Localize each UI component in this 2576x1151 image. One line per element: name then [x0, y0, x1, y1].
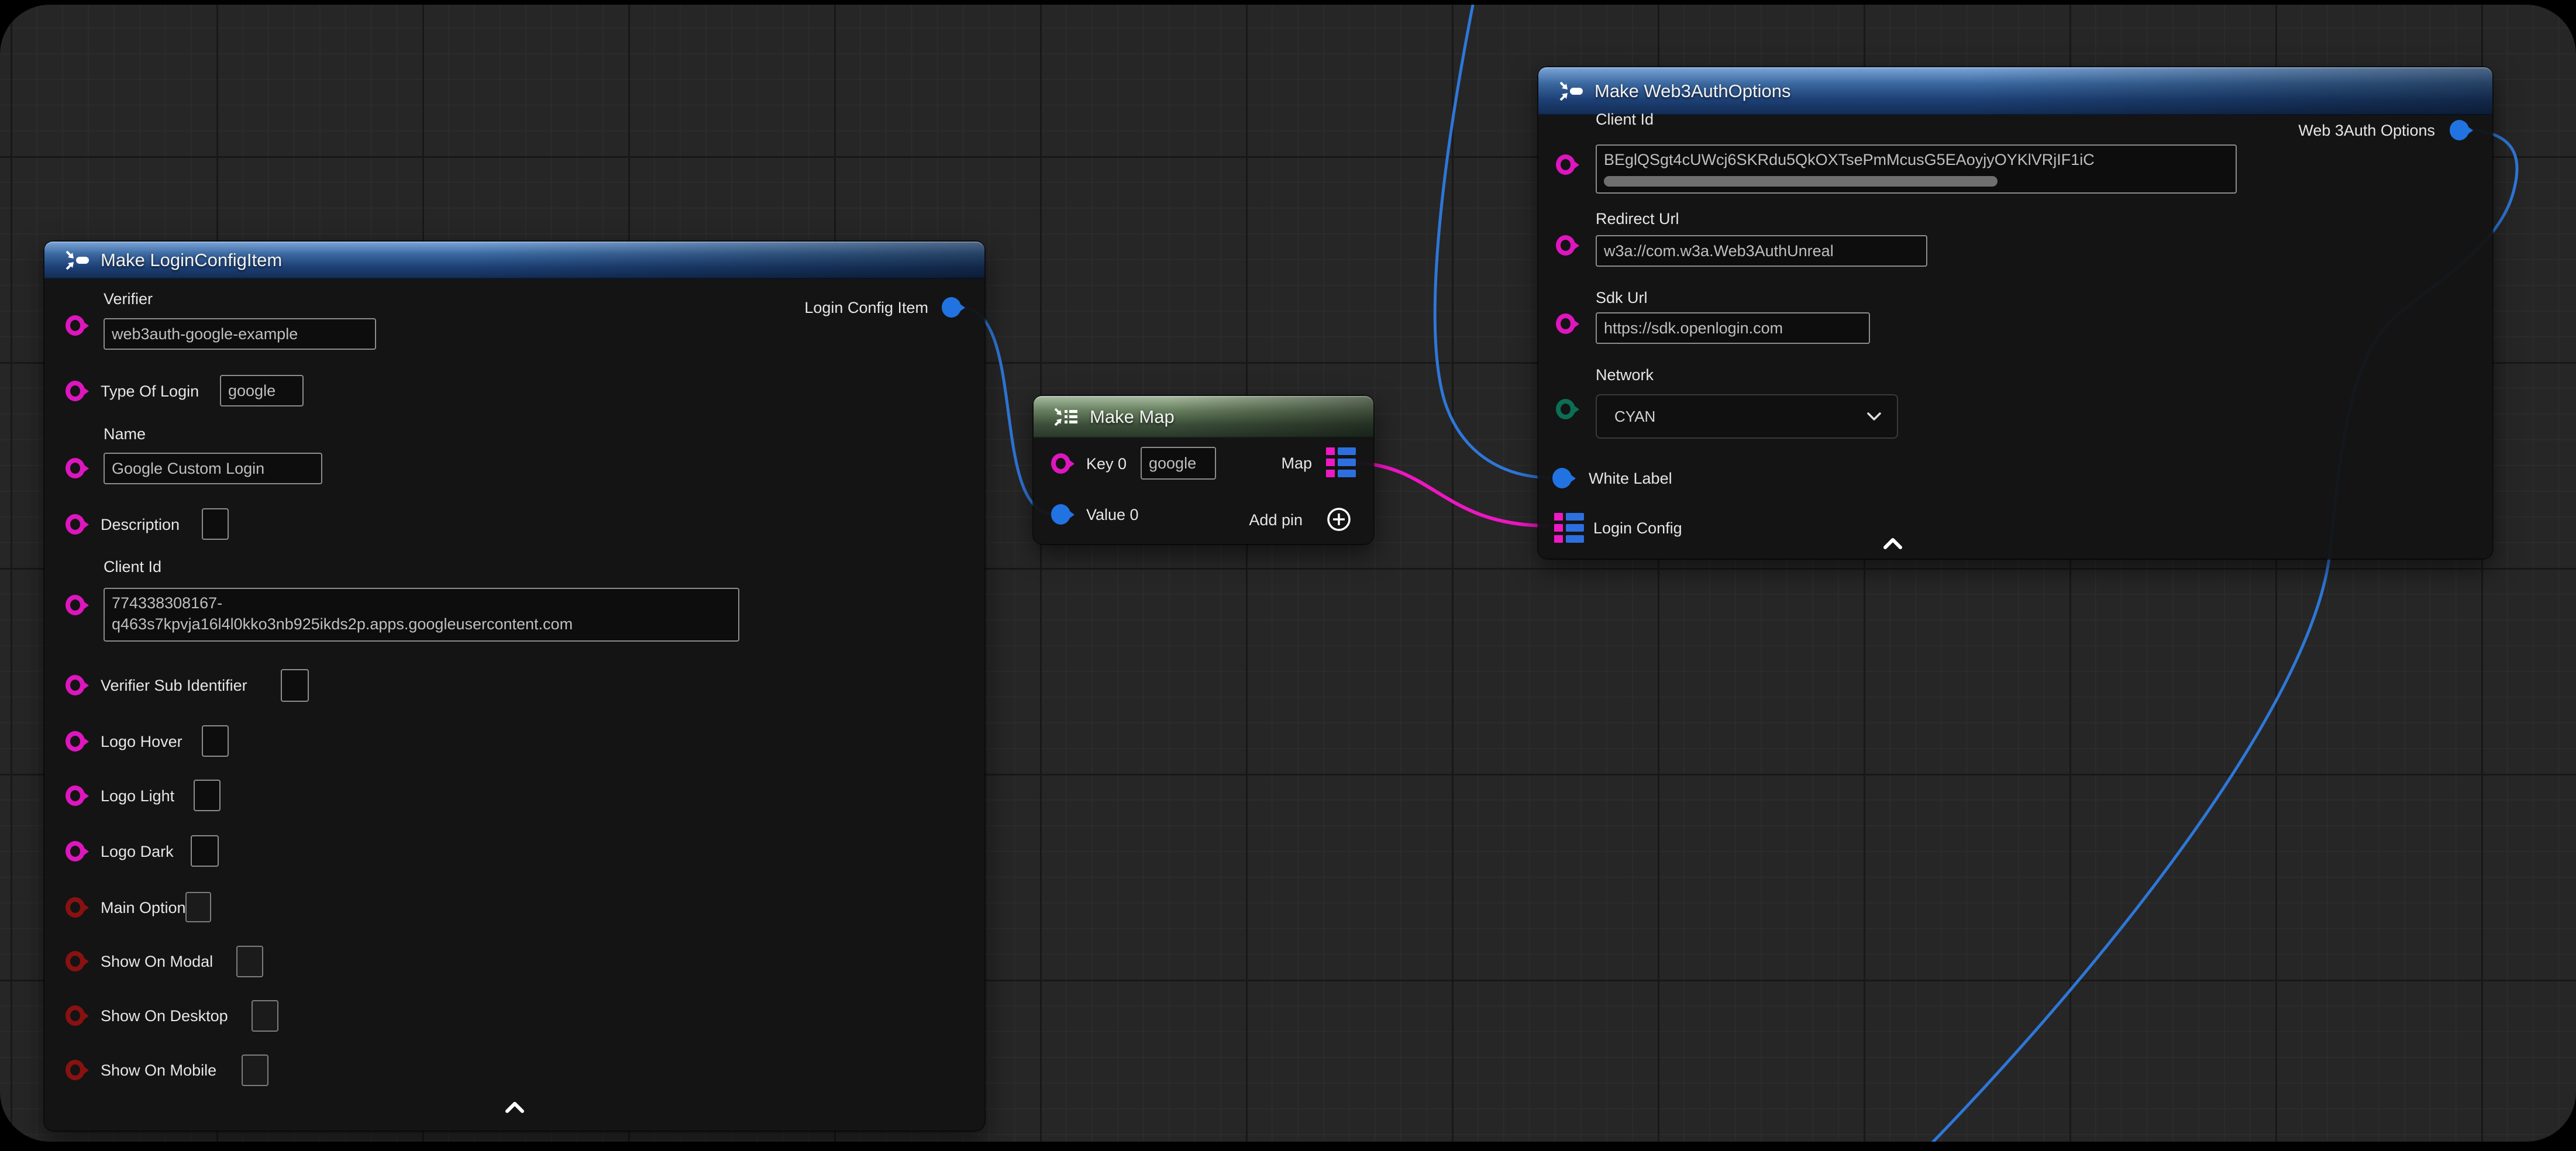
pin-label-logo-light: Logo Light	[101, 788, 174, 804]
pin-label-network: Network	[1596, 367, 1654, 383]
logo-dark-input[interactable]	[191, 835, 219, 867]
pin-label-show-on-desktop: Show On Desktop	[101, 1008, 228, 1024]
pin-label-key-0: Key 0	[1086, 456, 1127, 472]
wire-map-to-loginconfig[interactable]	[1355, 463, 1549, 526]
chevron-up-icon	[504, 1100, 525, 1114]
show-on-desktop-checkbox[interactable]	[252, 1000, 278, 1032]
pin-white-label[interactable]	[1552, 468, 1572, 488]
pin-label-show-on-modal: Show On Modal	[101, 953, 213, 970]
node-make-map[interactable]: Make Map Key 0 google Map Value 0 Add pi…	[1034, 396, 1373, 544]
network-selected-value: CYAN	[1614, 408, 1655, 426]
output-label-map: Map	[1281, 455, 1312, 471]
verifier-sub-identifier-input[interactable]	[281, 669, 309, 702]
pin-label-logo-dark: Logo Dark	[101, 843, 174, 860]
node-title: Make LoginConfigItem	[101, 250, 282, 271]
pin-description[interactable]	[66, 514, 85, 535]
pin-sdk-url[interactable]	[1556, 313, 1575, 334]
client-id-line1: 774338308167-	[112, 592, 731, 614]
pin-label-client-id: Client Id	[1596, 111, 1654, 127]
collapse-node-button[interactable]	[504, 1100, 525, 1114]
pin-type-of-login[interactable]	[66, 381, 85, 401]
hscrollbar[interactable]	[1604, 176, 1998, 187]
key-0-input[interactable]: google	[1141, 447, 1216, 480]
logo-hover-input[interactable]	[202, 725, 229, 757]
pin-logo-hover[interactable]	[66, 731, 85, 752]
pin-label-value-0: Value 0	[1086, 506, 1139, 523]
output-label: Login Config Item	[804, 299, 928, 316]
node-header[interactable]: Make LoginConfigItem	[44, 242, 984, 279]
pin-name[interactable]	[66, 458, 85, 478]
output-pin-web3auth-options[interactable]	[2450, 120, 2469, 140]
pin-show-on-modal[interactable]	[66, 951, 85, 971]
chevron-down-icon	[1866, 412, 1882, 421]
chevron-up-icon	[1882, 536, 1903, 550]
node-make-web3authoptions[interactable]: Make Web3AuthOptions Web 3Auth Options C…	[1538, 67, 2492, 559]
graph-canvas[interactable]: Make LoginConfigItem Login Config Item V…	[0, 5, 2576, 1142]
pin-network[interactable]	[1556, 399, 1575, 419]
pin-show-on-desktop[interactable]	[66, 1005, 85, 1026]
pin-verifier-sub-identifier[interactable]	[66, 675, 85, 695]
node-title: Make Map	[1090, 406, 1175, 428]
pin-value-0[interactable]	[1051, 504, 1070, 525]
verifier-input[interactable]: web3auth-google-example	[104, 318, 376, 350]
collapse-node-button[interactable]	[1882, 536, 1903, 550]
show-on-mobile-checkbox[interactable]	[242, 1054, 268, 1086]
pin-label-sdk-url: Sdk Url	[1596, 290, 1648, 306]
node-header[interactable]: Make Map	[1034, 396, 1373, 438]
node-header[interactable]: Make Web3AuthOptions	[1538, 67, 2492, 115]
redirect-url-input[interactable]: w3a://com.w3a.Web3AuthUnreal	[1596, 235, 1927, 267]
blueprint-graph-panel[interactable]: Make LoginConfigItem Login Config Item V…	[0, 5, 2576, 1142]
make-struct-icon	[63, 248, 90, 273]
client-id-input[interactable]: BEglQSgt4cUWcj6SKRdu5QkOXTsePmMcusG5EAoy…	[1596, 144, 2237, 194]
name-input[interactable]: Google Custom Login	[104, 453, 322, 484]
output-pin-login-config-item[interactable]	[942, 297, 961, 318]
pin-verifier[interactable]	[66, 315, 85, 336]
map-pin-icon[interactable]	[1554, 512, 1584, 543]
pin-label-redirect-url: Redirect Url	[1596, 211, 1679, 227]
pin-logo-light[interactable]	[66, 785, 85, 806]
pin-logo-dark[interactable]	[66, 841, 85, 861]
pin-label-verifier: Verifier	[104, 291, 153, 307]
client-id-input[interactable]: 774338308167- q463s7kpvja16l4l0kko3nb925…	[104, 588, 739, 642]
pin-label-description: Description	[101, 516, 180, 533]
make-struct-icon	[1557, 79, 1584, 104]
pin-key-0[interactable]	[1051, 453, 1070, 474]
pin-label-logo-hover: Logo Hover	[101, 733, 182, 750]
add-pin-icon[interactable]	[1325, 506, 1352, 533]
node-make-loginconfigitem[interactable]: Make LoginConfigItem Login Config Item V…	[44, 242, 984, 1131]
pin-label-show-on-mobile: Show On Mobile	[101, 1062, 216, 1078]
pin-label-client-id: Client Id	[104, 559, 161, 575]
map-pin-icon[interactable]	[1326, 447, 1356, 478]
pin-label-verifier-sub-identifier: Verifier Sub Identifier	[101, 677, 247, 694]
pin-label-main-option: Main Option	[101, 900, 186, 916]
add-pin-label: Add pin	[1249, 512, 1303, 528]
pin-show-on-mobile[interactable]	[66, 1060, 85, 1080]
network-dropdown[interactable]: CYAN	[1596, 394, 1898, 439]
client-id-line2: q463s7kpvja16l4l0kko3nb925ikds2p.apps.go…	[112, 614, 731, 635]
pin-label-type-of-login: Type Of Login	[101, 383, 199, 399]
pin-client-id[interactable]	[1556, 154, 1575, 175]
pin-client-id[interactable]	[66, 595, 85, 615]
make-container-icon	[1052, 405, 1079, 429]
show-on-modal-checkbox[interactable]	[236, 946, 263, 977]
pin-main-option[interactable]	[66, 897, 85, 918]
main-option-checkbox[interactable]	[185, 892, 211, 922]
pin-label-white-label: White Label	[1589, 470, 1672, 487]
wire-top-to-whitelabel[interactable]	[1435, 5, 1551, 478]
sdk-url-input[interactable]: https://sdk.openlogin.com	[1596, 312, 1870, 344]
output-label: Web 3Auth Options	[2298, 122, 2435, 139]
type-of-login-input[interactable]: google	[220, 375, 304, 406]
pin-label-name: Name	[104, 426, 146, 442]
client-id-value: BEglQSgt4cUWcj6SKRdu5QkOXTsePmMcusG5EAoy…	[1604, 149, 2229, 170]
pin-redirect-url[interactable]	[1556, 235, 1575, 256]
pin-label-login-config: Login Config	[1593, 520, 1682, 536]
node-title: Make Web3AuthOptions	[1594, 81, 1790, 102]
logo-light-input[interactable]	[194, 780, 221, 811]
description-input[interactable]	[202, 508, 229, 540]
